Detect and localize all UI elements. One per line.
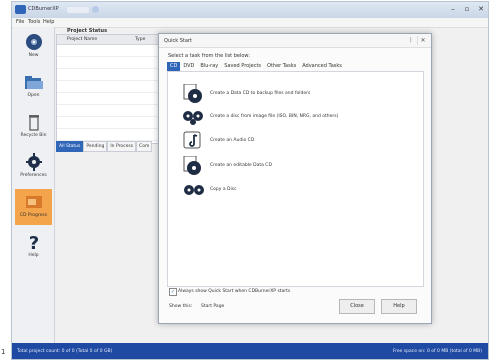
sidebar-item-new[interactable]: New: [15, 29, 52, 65]
show-this-label: Show this:: [169, 304, 193, 309]
maximize-icon[interactable]: ▫: [462, 4, 472, 14]
list-item: [57, 105, 165, 117]
dialog-title: Quick Start: [164, 38, 192, 44]
sidebar-item-label: New: [28, 53, 39, 58]
sidebar-item-preferences[interactable]: Preferences: [15, 149, 52, 185]
sidebar-item-recycle-bin[interactable]: Recycle Bin: [15, 109, 52, 145]
close-icon[interactable]: ✕: [476, 4, 486, 14]
sidebar-item-label: Open: [27, 93, 40, 98]
task-data-cd[interactable]: Create a Data CD to backup files and fol…: [182, 84, 412, 104]
show-quick-start-checkbox[interactable]: ✓: [169, 288, 177, 296]
task-list: Create a Data CD to backup files and fol…: [167, 71, 424, 287]
dialog-heading: Select a task from the list below:: [168, 53, 250, 59]
menu-help[interactable]: Help: [43, 19, 54, 25]
task-label: Create an editable Data CD: [210, 163, 272, 168]
folder-open-icon: [24, 76, 43, 89]
minimize-icon[interactable]: –: [448, 4, 458, 14]
close-button[interactable]: Close: [339, 299, 375, 314]
copy-disc-icon: [184, 185, 204, 195]
list-item: [57, 93, 165, 105]
tab-pending[interactable]: Pending: [83, 141, 108, 152]
list-item: [57, 117, 165, 129]
window-titlebar: CDBurnerXP – ▫ ✕: [12, 2, 488, 18]
task-editable-data-cd[interactable]: Create an editable Data CD: [182, 156, 412, 176]
sidebar: New Open Recycle Bin Preferences CD Prog…: [13, 27, 55, 343]
gear-icon: [25, 153, 42, 171]
filter-tabs: All Status Pending In Process Com: [56, 141, 153, 152]
sidebar-item-label: CD Progress: [19, 213, 48, 218]
data-disc-icon: [183, 84, 202, 103]
status-left-text: Total project count: 0 of 0 (Total 0 of …: [17, 349, 113, 354]
audio-cd-icon: [183, 131, 201, 149]
show-quick-start-label: Always show Quick Start when CDBurnerXP …: [178, 289, 291, 294]
tab-cd[interactable]: CD: [167, 62, 181, 71]
project-list-title-bar: Project Status: [56, 27, 164, 34]
window-controls: – ▫ ✕: [448, 4, 486, 14]
status-bar: Total project count: 0 of 0 (Total 0 of …: [12, 343, 488, 359]
help-icon[interactable]: |: [410, 37, 415, 44]
close-icon[interactable]: ✕: [417, 36, 428, 45]
disc-icon: [25, 34, 42, 50]
tab-other-tasks[interactable]: Other Tasks: [264, 62, 299, 71]
titlebar-dot-icon: [92, 6, 99, 13]
start-page-link[interactable]: Start Page: [201, 304, 224, 309]
list-item: [57, 57, 165, 69]
tab-all-status[interactable]: All Status: [56, 141, 84, 152]
dialog-tabs: CD DVD Blu-ray Saved Projects Other Task…: [167, 62, 345, 71]
tab-advanced-tasks[interactable]: Advanced Tasks: [299, 62, 345, 71]
page: CDBurnerXP – ▫ ✕ File Tools Help New Ope…: [0, 0, 494, 361]
tab-in-process[interactable]: In Process: [107, 141, 137, 152]
progress-icon: [25, 196, 42, 208]
list-item: [57, 129, 165, 141]
task-audio-cd[interactable]: Create an Audio CD: [182, 131, 412, 151]
list-item: [57, 45, 165, 57]
disc-copy-icon: [183, 156, 201, 175]
svg-text:?: ?: [28, 233, 38, 251]
iso-image-icon: [183, 111, 203, 125]
dialog-titlebar: Quick Start | ✕: [159, 34, 431, 48]
task-label: Create an Audio CD: [210, 138, 255, 143]
tab-blu-ray[interactable]: Blu-ray: [197, 62, 221, 71]
titlebar-tab[interactable]: [67, 7, 89, 13]
quick-start-dialog: Quick Start | ✕ Select a task from the l…: [158, 33, 432, 324]
project-list[interactable]: Project Name Type: [56, 34, 166, 144]
question-icon: ?: [28, 233, 38, 251]
task-disc-from-image[interactable]: Create a disc from image file (ISO, BIN,…: [182, 107, 412, 127]
column-header-project-name[interactable]: Project Name: [67, 37, 97, 42]
tab-dvd[interactable]: DVD: [180, 62, 197, 71]
task-label: Create a Data CD to backup files and fol…: [210, 91, 311, 96]
status-right-text: Free space on: 0 of 0 MB (total of 0 MB): [392, 349, 482, 354]
sidebar-item-open[interactable]: Open: [15, 69, 52, 105]
project-rows: [57, 45, 165, 141]
menu-tools[interactable]: Tools: [28, 19, 40, 25]
column-header-type[interactable]: Type: [135, 37, 145, 42]
sidebar-item-label: Recycle Bin: [20, 133, 47, 138]
list-item: [57, 69, 165, 81]
app-icon: [15, 5, 26, 14]
sidebar-item-label: Preferences: [20, 173, 47, 178]
sidebar-item-cd-progress[interactable]: CD Progress: [15, 189, 52, 225]
tab-completed[interactable]: Com: [136, 141, 153, 152]
corner-mark: 1: [1, 348, 6, 356]
window-title: CDBurnerXP: [28, 6, 59, 12]
help-button[interactable]: Help: [381, 299, 417, 314]
task-label: Copy a Disc: [210, 187, 237, 192]
task-label: Create a disc from image file (ISO, BIN,…: [210, 114, 339, 119]
project-list-header: Project Name Type: [57, 35, 165, 45]
tab-saved-projects[interactable]: Saved Projects: [221, 62, 264, 71]
sidebar-item-label: Help: [28, 253, 39, 258]
trash-icon: [28, 115, 39, 131]
sidebar-item-help[interactable]: ? Help: [15, 229, 52, 265]
task-copy-disc[interactable]: Copy a Disc: [182, 180, 412, 200]
list-item: [57, 81, 165, 93]
menu-file[interactable]: File: [16, 19, 24, 25]
